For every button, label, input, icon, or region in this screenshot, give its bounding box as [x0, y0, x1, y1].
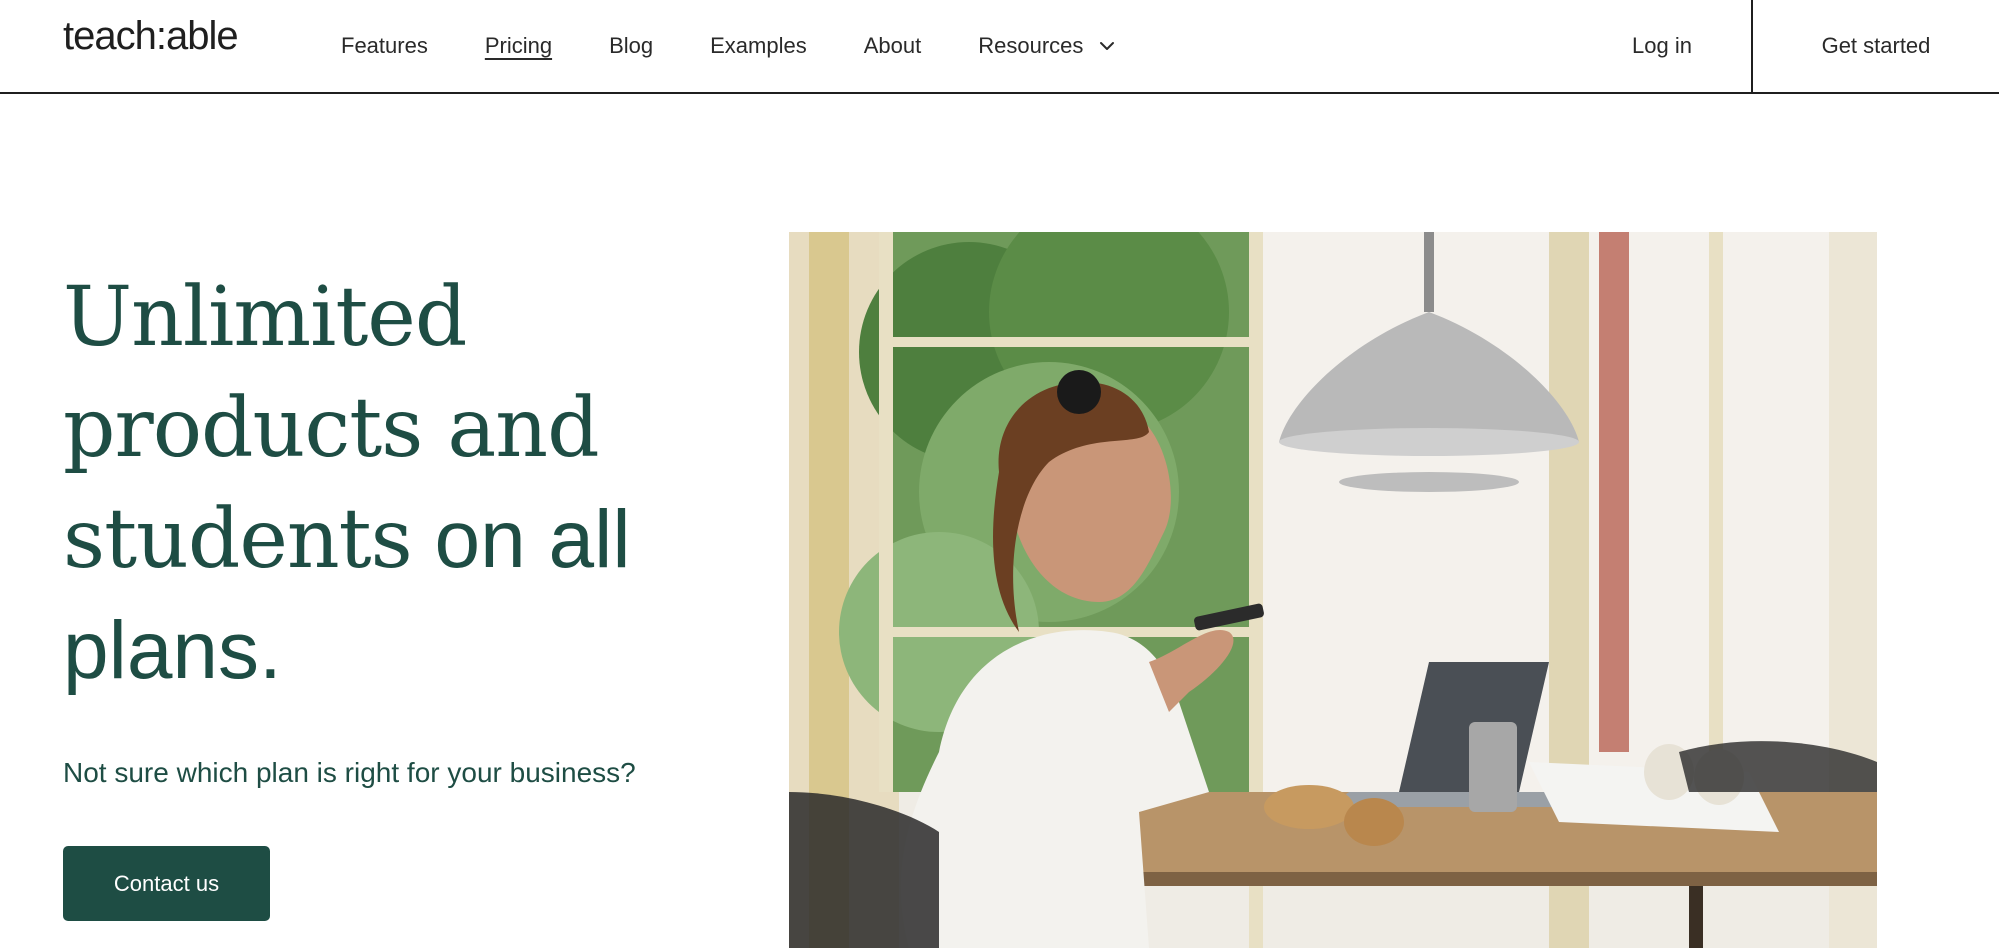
photo-woman-working-at-table-icon	[789, 232, 1877, 948]
hero-title: Unlimited products and students on all p…	[63, 262, 703, 706]
nav-pricing-label: Pricing	[484, 33, 553, 58]
nav-examples-label: Examples	[710, 33, 807, 58]
site-header: teach:able Features Pricing Blog Example…	[0, 0, 1999, 94]
nav-blog-label: Blog	[609, 33, 654, 58]
hero-title-line-2: products and	[63, 381, 600, 476]
login-link[interactable]: Log in	[1572, 0, 1752, 92]
contact-us-button[interactable]: Contact us	[63, 846, 270, 921]
nav-examples[interactable]: Examples	[710, 33, 807, 59]
hero-subtitle: Not sure which plan is right for your bu…	[63, 757, 636, 788]
nav-features[interactable]: Features	[341, 33, 428, 59]
hero-photo	[789, 232, 1877, 948]
main-nav: Features Pricing Blog Examples About Res…	[341, 0, 1173, 92]
nav-resources-dropdown[interactable]: Resources	[978, 33, 1116, 59]
nav-about[interactable]: About	[864, 33, 922, 59]
hero-title-line-3: students	[63, 492, 413, 587]
hero-title-line-1: Unlimited	[63, 270, 467, 365]
teachable-logo[interactable]: teach:able	[63, 14, 239, 59]
nav-about-label: About	[863, 33, 922, 58]
nav-blog[interactable]: Blog	[609, 33, 653, 59]
hero-title-emphasis-2: plans.	[63, 605, 282, 696]
nav-resources-label: Resources	[978, 33, 1084, 58]
nav-pricing[interactable]: Pricing	[485, 33, 552, 59]
get-started-button[interactable]: Get started	[1751, 0, 1999, 92]
nav-features-label: Features	[341, 33, 428, 58]
chevron-down-icon	[1100, 42, 1115, 50]
hero-title-emphasis-1: on all	[434, 494, 631, 585]
